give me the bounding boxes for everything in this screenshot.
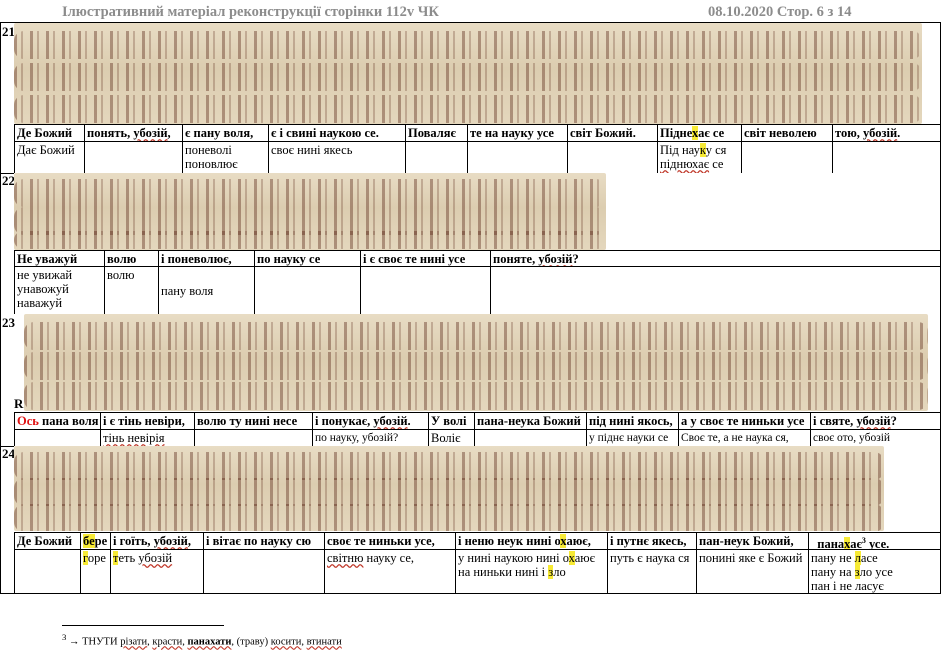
translation-cell: Воліє: [428, 429, 474, 446]
manuscript-image: [24, 314, 928, 411]
translation-cell: пану воля: [158, 266, 254, 314]
translation-cell: у нині наукою нині охаює на ниньки нині …: [455, 549, 607, 594]
manuscript-image: [14, 173, 606, 250]
translation-cell: [14, 429, 100, 446]
header-cell: поняте, убозій?: [490, 250, 941, 266]
header-cell: У волі: [428, 412, 474, 429]
header-cell: Піднехає се: [657, 124, 741, 141]
row-number: 23: [2, 315, 15, 330]
header-cell: понять, убозій,: [84, 124, 182, 141]
translation-cell: [84, 141, 182, 173]
translation-cell: [360, 266, 490, 314]
translation-cell: не увижай унавожуй наважуй: [14, 266, 104, 314]
header-cell: і гоїть, убозій,: [110, 532, 203, 549]
header-cell: бере: [80, 532, 110, 549]
header-cell: по науку се: [254, 250, 360, 266]
header-cell: а у своє те ниньки усе: [678, 412, 810, 429]
translation-cell: [467, 141, 567, 173]
footnote-separator: [62, 625, 224, 626]
footnote: 3 → ТНУТИ різати, красти, панахати, (тра…: [62, 632, 342, 648]
row-marker: R: [14, 396, 24, 411]
translation-cell: теть убозій: [110, 549, 203, 594]
header-cell: і святе, убозій?: [810, 412, 941, 429]
header-cell: Поваляє: [405, 124, 467, 141]
translation-cell: Дає Божий: [14, 141, 84, 173]
translation-cell: у піднє науки се: [586, 429, 678, 446]
header-cell: Де Божий: [14, 532, 80, 549]
translation-cell: [14, 549, 80, 594]
translation-cell: своє ото, убозій: [810, 429, 941, 446]
row-gutter: [0, 446, 14, 594]
translation-cell: [474, 429, 586, 446]
translation-cell: путь є наука ся: [607, 549, 696, 594]
header-cell: є і свині наукою се.: [268, 124, 405, 141]
header-page-info: 08.10.2020 Стор. 6 з 14: [708, 4, 852, 20]
translation-cell: [203, 549, 324, 594]
translation-cell: горе: [80, 549, 110, 594]
header-cell: світ неволею: [741, 124, 832, 141]
translation-cell: Під науку ся піднюхає се: [657, 141, 741, 173]
translation-cell: [254, 266, 360, 314]
translation-cell: поневолі поновлює: [182, 141, 268, 173]
translation-cell: [567, 141, 657, 173]
header-cell: світ Божий.: [567, 124, 657, 141]
translation-cell: Своє те, а не наука ся,: [678, 429, 810, 446]
header-cell: волю: [104, 250, 158, 266]
translation-cell: волю: [104, 266, 158, 314]
translation-cell: своє нині якесь: [268, 141, 405, 173]
header-cell: і понукає, убозій.: [312, 412, 428, 429]
header-cell: є пану воля,: [182, 124, 268, 141]
header-cell: пан-неук Божий,: [696, 532, 808, 549]
header-cell: і поневолює,: [158, 250, 254, 266]
translation-cell: [832, 141, 941, 173]
translation-cell: [405, 141, 467, 173]
manuscript-image: [14, 23, 922, 124]
header-cell: Де Божий: [14, 124, 84, 141]
translation-cell: пану не ласе пану на зло усе пан і не ласу…: [808, 549, 941, 594]
translation-cell: світню науку се,: [324, 549, 455, 594]
translation-cell: по науку, убозій?: [312, 429, 428, 446]
header-cell: панахає3 усе.: [808, 532, 941, 549]
translation-cell: [741, 141, 832, 173]
header-title: Ілюстративний матеріал реконструкції сто…: [62, 4, 439, 20]
header-cell: і путнє якесь,: [607, 532, 696, 549]
header-cell: те на науку усе: [467, 124, 567, 141]
header-cell: Ось пана воля: [14, 412, 100, 429]
translation-cell: [490, 266, 941, 314]
header-cell: і неню неук нині охаює,: [455, 532, 607, 549]
header-cell: волю ту нині несе: [194, 412, 312, 429]
header-cell: і вітає по науку сю: [203, 532, 324, 549]
header-cell: тою, убозій.: [832, 124, 941, 141]
header-cell: Не уважуй: [14, 250, 104, 266]
header-cell: під нині якось,: [586, 412, 678, 429]
header-cell: своє те ниньки усе,: [324, 532, 455, 549]
translation-cell: тінь невірія: [100, 429, 194, 446]
header-cell: пана-неука Божий: [474, 412, 586, 429]
translation-cell: понині яке є Божий: [696, 549, 808, 594]
manuscript-image: [14, 446, 884, 531]
translation-cell: [194, 429, 312, 446]
header-cell: і є своє те нині усе: [360, 250, 490, 266]
header-cell: і є тінь невіри,: [100, 412, 194, 429]
row-gutter: [0, 173, 14, 314]
